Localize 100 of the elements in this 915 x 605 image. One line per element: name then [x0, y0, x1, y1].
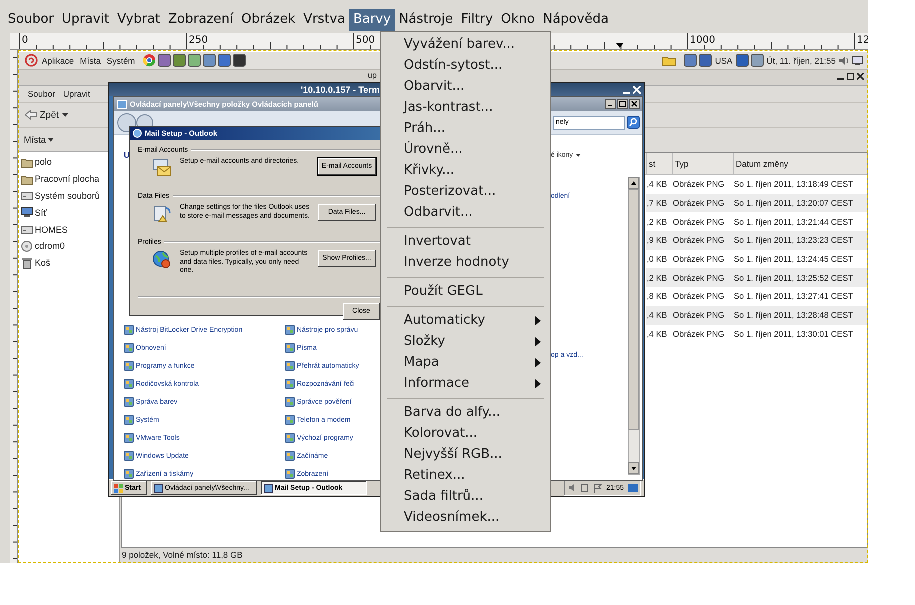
menu-item[interactable]: Obarvit...: [381, 76, 550, 97]
menu-item[interactable]: Upravit: [58, 9, 114, 31]
table-cell-text: So 1. říjen 2011, 13:20:07 CEST: [733, 198, 854, 208]
globe-icon: [152, 250, 172, 270]
sidebar-item[interactable]: HOMES: [21, 221, 68, 238]
menu-item[interactable]: Nástroje: [395, 9, 458, 31]
menu-item[interactable]: Křivky...: [381, 160, 550, 181]
menu-item[interactable]: Okno: [497, 9, 540, 31]
menu-item[interactable]: Upravit: [59, 89, 94, 99]
table-cell-text: Obrázek PNG: [672, 254, 726, 264]
table-row[interactable]: ,9 KB Obrázek PNG So 1. říjen 2011, 13:23:23 CEST: [646, 231, 867, 250]
menu-item[interactable]: Soubor: [24, 89, 60, 99]
sidebar-item[interactable]: Systém souborů: [21, 188, 100, 204]
menu-item[interactable]: Vyvážení barev...: [381, 34, 550, 55]
tile-icon: [124, 451, 134, 461]
window-icon: [264, 484, 273, 492]
table-cell-text: So 1. říjen 2011, 13:21:44 CEST: [733, 216, 854, 227]
menu-item[interactable]: Informace: [381, 373, 550, 394]
sidebar-item[interactable]: cdrom0: [21, 238, 66, 255]
menu-item[interactable]: Odbarvit...: [381, 202, 550, 223]
flag-icon[interactable]: [594, 484, 602, 492]
menu-item[interactable]: Obrázek: [238, 9, 300, 31]
menu-item[interactable]: Nejvyšší RGB...: [381, 444, 550, 465]
menu-item[interactable]: Jas-kontrast...: [381, 97, 550, 118]
tile-icon: [285, 379, 295, 389]
panel-menu[interactable]: Aplikace: [39, 56, 78, 66]
app-icon: [736, 54, 749, 67]
table-cell-text: So 1. říjen 2011, 13:23:23 CEST: [733, 235, 854, 246]
menu-item[interactable]: Sada filtrů...: [381, 486, 550, 507]
table-row[interactable]: ,8 KB Obrázek PNG So 1. říjen 2011, 13:27:41 CEST: [646, 287, 867, 306]
table-cell-text: So 1. říjen 2011, 13:28:48 CEST: [733, 310, 854, 320]
network-icon[interactable]: [581, 484, 590, 492]
sidebar-item[interactable]: Koš: [21, 254, 51, 272]
sidebar-item[interactable]: Pracovní plocha: [21, 170, 100, 188]
search-icon[interactable]: [627, 116, 640, 129]
tile-icon: [285, 343, 295, 353]
menu-item[interactable]: Úrovně...: [381, 139, 550, 160]
menu-item[interactable]: Inverze hodnoty: [381, 252, 550, 273]
table-row[interactable]: ,4 KB Obrázek PNG So 1. říjen 2011, 13:28:48 CEST: [646, 306, 867, 324]
vertical-scrollbar[interactable]: [628, 177, 640, 475]
menu-item[interactable]: Retinex...: [381, 465, 550, 486]
table-row[interactable]: ,7 KB Obrázek PNG So 1. říjen 2011, 13:20:07 CEST: [646, 194, 867, 212]
column-header[interactable]: st: [646, 153, 672, 174]
speaker-icon[interactable]: [839, 56, 850, 66]
menu-item[interactable]: Videosnímek...: [381, 507, 550, 528]
menu-item[interactable]: Filtry: [457, 9, 498, 31]
panel-menu[interactable]: Místa: [77, 56, 104, 66]
tile-icon: [285, 325, 295, 335]
menu-item[interactable]: Mapa: [381, 352, 550, 373]
tile-icon: [285, 415, 295, 425]
menu-item[interactable]: Vrstva: [300, 9, 350, 31]
menu-item[interactable]: Automaticky: [381, 310, 550, 331]
table-row[interactable]: ,0 KB Obrázek PNG So 1. říjen 2011, 13:24:45 CEST: [646, 250, 867, 268]
sidebar-item[interactable]: polo: [21, 154, 52, 171]
menu-item[interactable]: Vybrat: [113, 9, 164, 31]
menu-item[interactable]: Práh...: [381, 118, 550, 139]
maximize-icon[interactable]: [847, 73, 854, 80]
menu-item[interactable]: Barvy: [349, 9, 396, 31]
tile-icon: [124, 415, 134, 425]
menu-item[interactable]: Barva do alfy...: [381, 402, 550, 423]
keyboard-layout-label: USA: [714, 56, 734, 66]
table-row[interactable]: ,4 KB Obrázek PNG So 1. říjen 2011, 13:18:49 CEST: [646, 175, 867, 194]
monitor-icon[interactable]: [852, 56, 863, 66]
ruler-label: 250: [189, 35, 208, 46]
trash-icon: [21, 258, 33, 269]
table-cell-text: So 1. říjen 2011, 13:27:41 CEST: [733, 291, 854, 302]
close-icon[interactable]: [629, 99, 640, 109]
menu-item[interactable]: Odstín-sytost...: [381, 55, 550, 76]
table-cell-text: Obrázek PNG: [672, 179, 726, 190]
menu-item[interactable]: Invertovat: [381, 231, 550, 252]
table-row[interactable]: ,4 KB Obrázek PNG So 1. říjen 2011, 13:30:01 CEST: [646, 324, 867, 344]
menu-item[interactable]: Zobrazení: [164, 9, 238, 31]
tile-icon: [285, 361, 295, 371]
table-row[interactable]: ,2 KB Obrázek PNG So 1. říjen 2011, 13:21:44 CEST: [646, 212, 867, 232]
column-header[interactable]: Datum změny: [733, 153, 867, 174]
minimize-icon[interactable]: [605, 99, 616, 109]
menu-item[interactable]: Nápověda: [539, 9, 613, 31]
table-cell-text: ,4 KB: [646, 328, 668, 339]
sidebar-item[interactable]: Síť: [21, 204, 47, 222]
column-header[interactable]: Typ: [672, 153, 733, 174]
back-button[interactable]: Zpět: [21, 108, 74, 122]
position-marker-icon: [616, 43, 624, 48]
menu-item[interactable]: Použít GEGL: [381, 281, 550, 302]
table-cell-text: ,4 KB: [646, 310, 668, 320]
menu-item[interactable]: Soubor: [4, 9, 58, 31]
menu-item[interactable]: Posterizovat...: [381, 181, 550, 202]
tile-icon: [124, 361, 134, 371]
table-row[interactable]: ,2 KB Obrázek PNG So 1. říjen 2011, 13:25:52 CEST: [646, 268, 867, 288]
back-arrow-icon: [25, 110, 37, 120]
menu-item[interactable]: Kolorovat...: [381, 423, 550, 444]
close-icon[interactable]: [857, 73, 864, 80]
flag-icon: [114, 484, 123, 492]
menu-item[interactable]: Složky: [381, 331, 550, 352]
table-cell-text: ,8 KB: [646, 291, 668, 302]
places-dropdown[interactable]: Místa: [20, 134, 58, 144]
maximize-icon[interactable]: [617, 99, 628, 109]
table-cell-text: So 1. říjen 2011, 13:18:49 CEST: [733, 179, 854, 190]
table-cell-text: Obrázek PNG: [672, 328, 726, 339]
panel-menu[interactable]: Systém: [104, 56, 138, 66]
browser-icon[interactable]: [143, 54, 156, 67]
